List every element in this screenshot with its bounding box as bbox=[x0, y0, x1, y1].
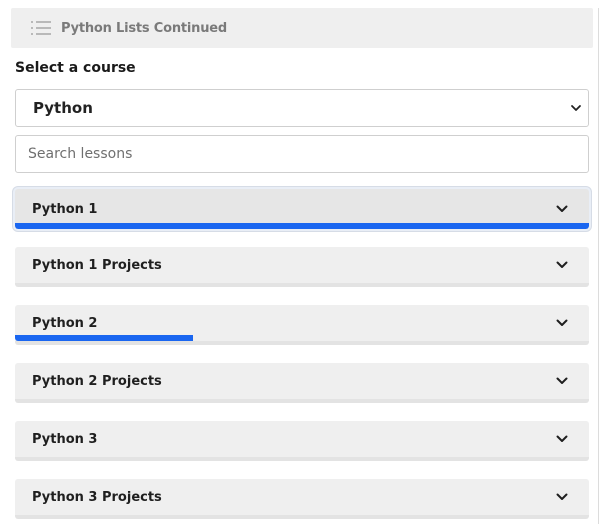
lesson-sidebar: Python Lists Continued Select a course P… bbox=[0, 0, 605, 524]
course-select[interactable]: Python bbox=[15, 89, 589, 127]
search-lessons-input[interactable] bbox=[15, 135, 589, 173]
section-label: Python 2 bbox=[32, 315, 98, 331]
list-icon bbox=[31, 21, 51, 35]
divider bbox=[598, 8, 599, 524]
section-python-2[interactable]: Python 2 bbox=[15, 305, 589, 345]
section-label: Python 3 bbox=[32, 431, 98, 447]
section-python-3[interactable]: Python 3 bbox=[15, 421, 589, 461]
course-select-value: Python bbox=[33, 99, 93, 117]
section-label: Python 2 Projects bbox=[32, 373, 162, 389]
section-label: Python 3 Projects bbox=[32, 489, 162, 505]
section-label: Python 1 Projects bbox=[32, 257, 162, 273]
section-progress-bar bbox=[15, 335, 193, 341]
section-python-1[interactable]: Python 1 bbox=[15, 189, 589, 229]
chevron-down-icon bbox=[556, 377, 568, 384]
course-select-label: Select a course bbox=[15, 60, 136, 76]
current-lesson-title: Python Lists Continued bbox=[61, 20, 228, 36]
chevron-down-icon bbox=[556, 205, 568, 212]
current-lesson-bar[interactable]: Python Lists Continued bbox=[11, 8, 593, 48]
section-label: Python 1 bbox=[32, 201, 98, 217]
chevron-down-icon bbox=[556, 493, 568, 500]
chevron-down-icon bbox=[556, 435, 568, 442]
chevron-down-icon bbox=[571, 105, 581, 111]
chevron-down-icon bbox=[556, 261, 568, 268]
section-python-3-projects[interactable]: Python 3 Projects bbox=[15, 479, 589, 519]
section-python-2-projects[interactable]: Python 2 Projects bbox=[15, 363, 589, 403]
section-python-1-projects[interactable]: Python 1 Projects bbox=[15, 247, 589, 287]
section-progress-bar bbox=[15, 223, 589, 229]
chevron-down-icon bbox=[556, 319, 568, 326]
